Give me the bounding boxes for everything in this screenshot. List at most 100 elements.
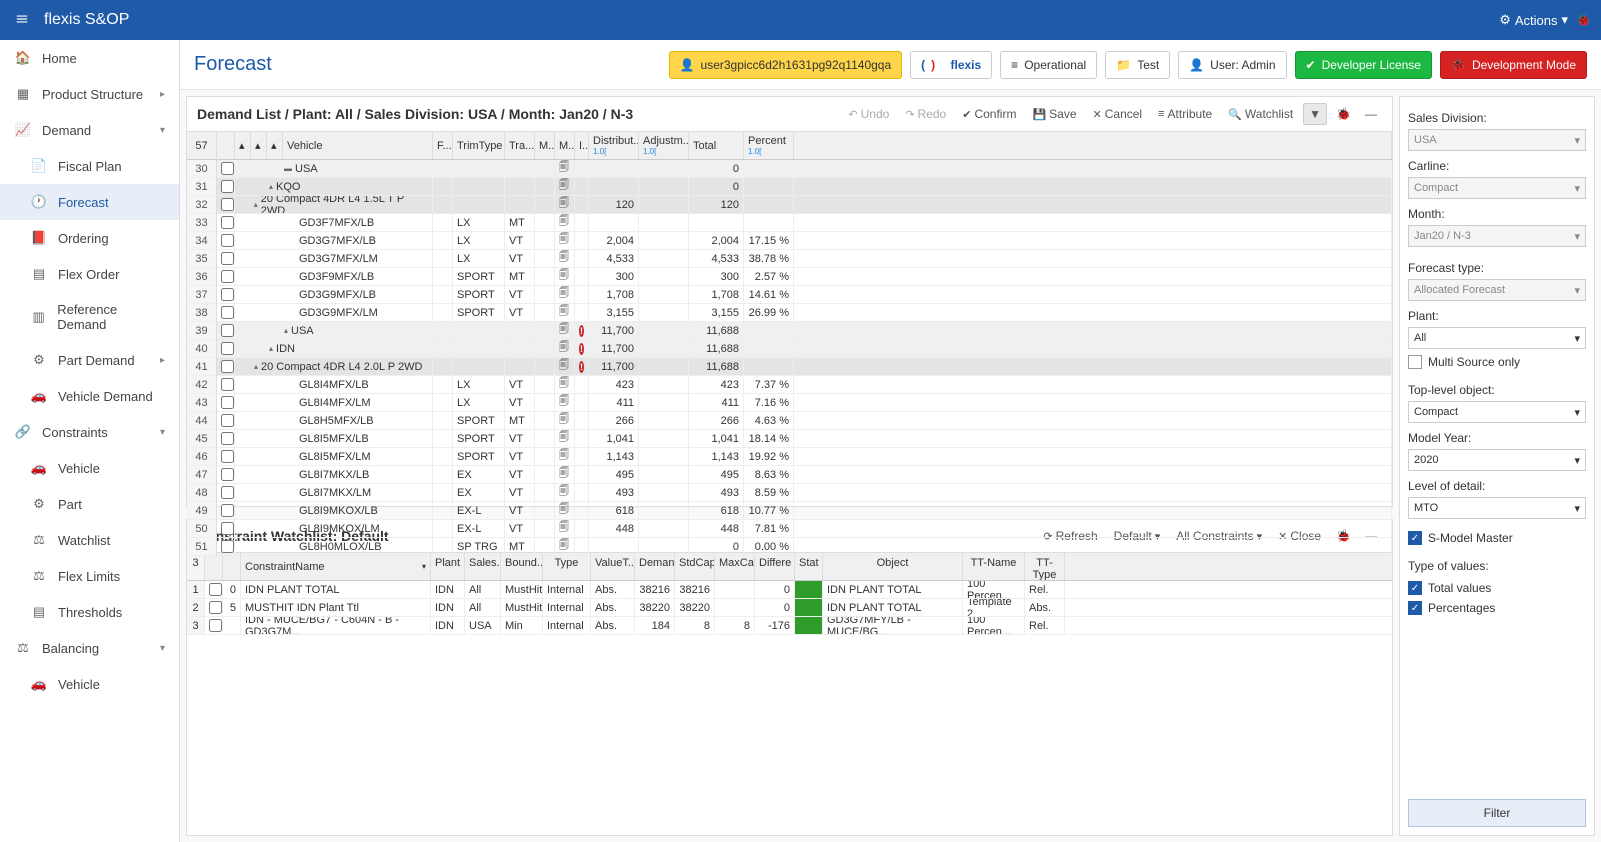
col-sales[interactable]: Sales...	[465, 553, 501, 580]
col-sort[interactable]: ▴	[251, 132, 267, 159]
col-vehicle[interactable]: Vehicle	[283, 132, 433, 159]
col-adj[interactable]: Adjustm...1.0[	[639, 132, 689, 159]
copy-icon[interactable]: 🗐	[559, 196, 569, 213]
col-sort[interactable]: ▴	[235, 132, 251, 159]
col-vt[interactable]: ValueT...	[591, 553, 635, 580]
col-trans[interactable]: Tra...	[505, 132, 535, 159]
row-checkbox[interactable]	[221, 180, 234, 193]
row-checkbox[interactable]	[221, 450, 234, 463]
row-checkbox[interactable]	[221, 486, 234, 499]
table-row[interactable]: GD3F7MFX/LBLXMT🗐	[217, 214, 1392, 232]
table-row[interactable]: ▬USA🗐0	[217, 160, 1392, 178]
row-checkbox[interactable]	[221, 198, 234, 211]
copy-icon[interactable]: 🗐	[559, 538, 569, 555]
nav-fiscal-plan[interactable]: 📄Fiscal Plan	[0, 148, 179, 184]
col-name[interactable]: ConstraintName▾	[241, 553, 431, 580]
model-year-select[interactable]: 2020▾	[1408, 449, 1586, 471]
col-dem[interactable]: Deman	[635, 553, 675, 580]
nav-reference-demand[interactable]: ▥Reference Demand	[0, 292, 179, 342]
row-checkbox[interactable]	[221, 414, 234, 427]
copy-icon[interactable]: 🗐	[559, 394, 569, 411]
copy-icon[interactable]: 🗐	[559, 358, 569, 375]
table-row[interactable]: ▴IDN🗐!11,70011,688	[217, 340, 1392, 358]
table-row[interactable]: ▴USA🗐!11,70011,688	[217, 322, 1392, 340]
nav-thresholds[interactable]: ▤Thresholds	[0, 594, 179, 630]
row-checkbox[interactable]	[221, 360, 234, 373]
save-button[interactable]: 💾Save	[1026, 104, 1082, 124]
nav-vehicle[interactable]: 🚗Vehicle	[0, 450, 179, 486]
filter-button[interactable]: Filter	[1408, 799, 1586, 827]
plant-select[interactable]: All▾	[1408, 327, 1586, 349]
user-admin-chip[interactable]: 👤User: Admin	[1178, 51, 1286, 79]
col-std[interactable]: StdCap	[675, 553, 715, 580]
col-total[interactable]: Total	[689, 132, 744, 159]
confirm-button[interactable]: ✔Confirm	[956, 104, 1022, 124]
month-select[interactable]: Jan20 / N-3▾	[1408, 225, 1586, 247]
col-pct[interactable]: Percent1.0[	[744, 132, 794, 159]
total-values-check[interactable]: ✓Total values	[1408, 581, 1586, 595]
copy-icon[interactable]: 🗐	[559, 178, 569, 195]
copy-icon[interactable]: 🗐	[559, 232, 569, 249]
percentages-check[interactable]: ✓Percentages	[1408, 601, 1586, 615]
watchlist-button[interactable]: 🔍Watchlist	[1222, 104, 1299, 124]
redo-button[interactable]: ↷Redo	[899, 104, 952, 124]
col-m2[interactable]: M...	[555, 132, 575, 159]
row-checkbox[interactable]	[221, 504, 234, 517]
undo-button[interactable]: ↶Undo	[842, 104, 895, 124]
col-max[interactable]: MaxCa	[715, 553, 755, 580]
copy-icon[interactable]: 🗐	[559, 376, 569, 393]
nav-watchlist[interactable]: ⚖Watchlist	[0, 522, 179, 558]
table-row[interactable]: GD3F9MFX/LBSPORTMT🗐3003002.57 %	[217, 268, 1392, 286]
filter-icon[interactable]: ▼	[1303, 103, 1327, 125]
row-checkbox[interactable]	[221, 432, 234, 445]
smodel-check[interactable]: ✓S-Model Master	[1408, 531, 1586, 545]
sales-division-select[interactable]: USA▾	[1408, 129, 1586, 151]
table-row[interactable]: GL8I7MKX/LBEXVT🗐4954958.63 %	[217, 466, 1392, 484]
col-checkbox[interactable]	[217, 132, 235, 159]
nav-constraints[interactable]: 🔗Constraints▾	[0, 414, 179, 450]
copy-icon[interactable]: 🗐	[559, 250, 569, 267]
copy-icon[interactable]: 🗐	[559, 286, 569, 303]
table-row[interactable]: GL8I5MFX/LBSPORTVT🗐1,0411,04118.14 %	[217, 430, 1392, 448]
copy-icon[interactable]: 🗐	[559, 484, 569, 501]
col-type[interactable]: Type	[543, 553, 591, 580]
copy-icon[interactable]: 🗐	[559, 502, 569, 519]
table-row[interactable]: 3IDN - MUCE/BG7 - C604N - B - GD3G7M...I…	[187, 617, 1392, 635]
col-bound[interactable]: Bound...	[501, 553, 543, 580]
table-row[interactable]: GL8I9MKOX/LBEX-LVT🗐61861810.77 %	[217, 502, 1392, 520]
col-plant[interactable]: Plant	[431, 553, 465, 580]
top-level-select[interactable]: Compact▾	[1408, 401, 1586, 423]
nav-home[interactable]: 🏠Home	[0, 40, 179, 76]
hamburger-icon[interactable]	[10, 7, 34, 34]
nav-part-demand[interactable]: ⚙Part Demand▸	[0, 342, 179, 378]
col-diff[interactable]: Differe	[755, 553, 795, 580]
row-checkbox[interactable]	[221, 306, 234, 319]
row-checkbox[interactable]	[221, 162, 234, 175]
row-checkbox[interactable]	[221, 396, 234, 409]
copy-icon[interactable]: 🗐	[559, 430, 569, 447]
lod-select[interactable]: MTO▾	[1408, 497, 1586, 519]
nav-demand[interactable]: 📈Demand▾	[0, 112, 179, 148]
copy-icon[interactable]: 🗐	[559, 448, 569, 465]
flexis-logo[interactable]: () flexis	[910, 51, 992, 79]
copy-icon[interactable]: 🗐	[559, 268, 569, 285]
nav-part[interactable]: ⚙Part	[0, 486, 179, 522]
forecast-type-select[interactable]: Allocated Forecast▾	[1408, 279, 1586, 301]
row-checkbox[interactable]	[221, 468, 234, 481]
table-row[interactable]: GL8I4MFX/LMLXVT🗐4114117.16 %	[217, 394, 1392, 412]
row-checkbox[interactable]	[209, 619, 222, 632]
col-f[interactable]: F...	[433, 132, 453, 159]
nav-flex-limits[interactable]: ⚖Flex Limits	[0, 558, 179, 594]
table-row[interactable]: GL8H5MFX/LBSPORTMT🗐2662664.63 %	[217, 412, 1392, 430]
nav-vehicle2[interactable]: 🚗Vehicle	[0, 666, 179, 702]
dev-license-chip[interactable]: ✔Developer License	[1295, 51, 1432, 79]
copy-icon[interactable]: 🗐	[559, 160, 569, 177]
row-checkbox[interactable]	[209, 601, 222, 614]
row-checkbox[interactable]	[221, 252, 234, 265]
carline-select[interactable]: Compact▾	[1408, 177, 1586, 199]
row-checkbox[interactable]	[221, 522, 234, 535]
table-row[interactable]: GD3G7MFX/LMLXVT🗐4,5334,53338.78 %	[217, 250, 1392, 268]
table-row[interactable]: GD3G7MFX/LBLXVT🗐2,0042,00417.15 %	[217, 232, 1392, 250]
copy-icon[interactable]: 🗐	[559, 304, 569, 321]
bug-icon[interactable]: 🐞	[1576, 13, 1591, 27]
